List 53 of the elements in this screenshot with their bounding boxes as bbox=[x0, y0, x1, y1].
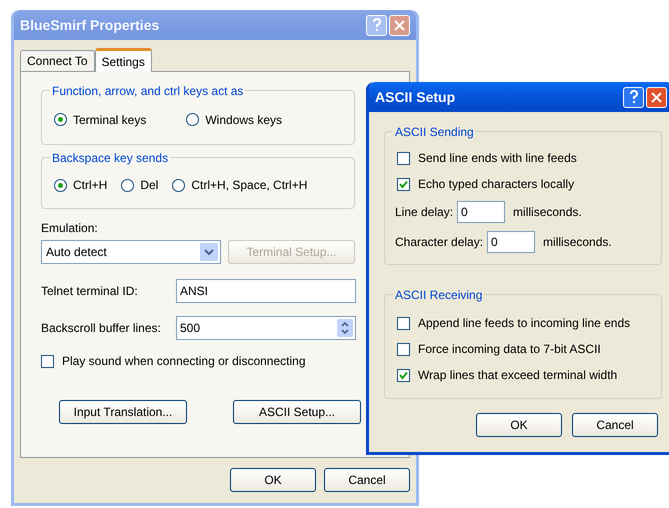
close-icon bbox=[651, 92, 662, 102]
spinner-arrows-icon bbox=[337, 319, 353, 337]
close-icon bbox=[394, 20, 405, 30]
radio-button[interactable] bbox=[121, 178, 134, 192]
window-title: BlueSmirf Properties bbox=[20, 16, 160, 35]
input-field[interactable]: ANSI bbox=[176, 279, 356, 303]
checkbox-option[interactable]: Echo typed characters locally bbox=[397, 175, 649, 193]
radio-button[interactable] bbox=[54, 113, 67, 126]
checkbox[interactable] bbox=[397, 178, 410, 190]
checkbox-option[interactable]: Play sound when connecting or disconnecting bbox=[41, 352, 389, 370]
window-title: ASCII Setup bbox=[375, 88, 456, 107]
checkbox-option[interactable]: Send line ends with line feeds bbox=[397, 149, 649, 167]
spin-field[interactable]: 500 bbox=[176, 316, 356, 340]
radio-button[interactable] bbox=[186, 113, 200, 126]
question-mark-icon bbox=[372, 18, 382, 32]
dialog-button[interactable]: Cancel bbox=[572, 413, 658, 437]
input-field[interactable]: 0 bbox=[487, 231, 536, 253]
radio-button[interactable] bbox=[54, 178, 67, 192]
checkbox[interactable] bbox=[397, 342, 410, 356]
emulation-label: Emulation: bbox=[41, 220, 99, 237]
tab[interactable]: Settings bbox=[94, 48, 152, 72]
checkbox-option[interactable]: Append line feeds to incoming line ends bbox=[397, 314, 649, 332]
dialog-button[interactable]: ASCII Setup... bbox=[233, 400, 361, 424]
checkbox[interactable] bbox=[41, 354, 54, 368]
dialog-button[interactable]: Input Translation... bbox=[59, 400, 187, 424]
field-label: Telnet terminal ID: bbox=[41, 283, 139, 300]
emulation-dropdown[interactable]: Auto detect bbox=[41, 240, 221, 264]
dialog-button[interactable]: Cancel bbox=[324, 468, 410, 492]
radio-button[interactable] bbox=[172, 178, 186, 192]
checkbox[interactable] bbox=[397, 316, 410, 330]
unit-label: milliseconds. bbox=[543, 234, 612, 251]
dialog-button[interactable]: OK bbox=[476, 413, 562, 437]
help-button[interactable] bbox=[623, 86, 644, 108]
question-mark-icon bbox=[628, 90, 638, 104]
radio-option[interactable]: Windows keys bbox=[186, 110, 282, 128]
tab[interactable]: Connect To bbox=[20, 50, 94, 71]
checkbox-option[interactable]: Wrap lines that exceed terminal width bbox=[397, 366, 649, 384]
checkbox-option[interactable]: Force incoming data to 7-bit ASCII bbox=[397, 340, 649, 358]
radio-option[interactable]: Del bbox=[121, 176, 158, 194]
field-label: Character delay: bbox=[395, 234, 484, 251]
checkmark-icon bbox=[399, 180, 408, 188]
dialog-button[interactable]: OK bbox=[230, 468, 316, 492]
input-field[interactable]: 0 bbox=[457, 201, 506, 223]
field-label: Line delay: bbox=[395, 204, 454, 221]
radio-option[interactable]: Terminal keys bbox=[54, 110, 146, 128]
field-label: Backscroll buffer lines: bbox=[41, 320, 162, 337]
radio-option[interactable]: Ctrl+H bbox=[54, 176, 108, 194]
unit-label: milliseconds. bbox=[513, 204, 582, 221]
checkbox[interactable] bbox=[397, 152, 410, 164]
close-button[interactable] bbox=[646, 86, 667, 108]
checkmark-icon bbox=[399, 370, 408, 380]
radio-option[interactable]: Ctrl+H, Space, Ctrl+H bbox=[172, 176, 308, 194]
checkbox[interactable] bbox=[397, 368, 410, 382]
